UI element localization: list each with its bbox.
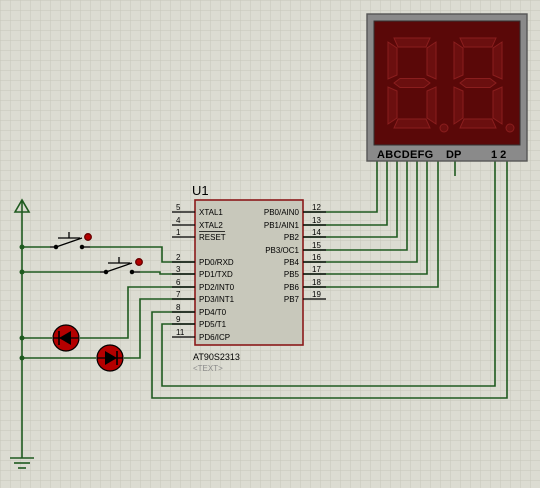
display-segment-labels: ABCDEFG bbox=[377, 149, 434, 161]
pin-label: PB2 bbox=[284, 233, 300, 242]
pin-number: 6 bbox=[176, 278, 181, 287]
pin-label: PD0/RXD bbox=[199, 258, 234, 267]
segment-dp bbox=[505, 123, 515, 133]
junction-dot bbox=[19, 269, 25, 275]
segment-g bbox=[459, 78, 497, 88]
chip-text-placeholder: <TEXT> bbox=[193, 364, 223, 373]
pin-number: 5 bbox=[176, 203, 181, 212]
pin-label: PB7 bbox=[284, 295, 300, 304]
chip-u1[interactable]: U1 5 XTAL1 4 XTAL2 1 RESET 2 PD0/RXD 3 PD1/TXD 6 PD… bbox=[172, 183, 326, 373]
pin-label: PD6/ICP bbox=[199, 333, 230, 342]
pin-label: PB1/AIN1 bbox=[264, 221, 300, 230]
schematic-canvas: U1 5 XTAL1 4 XTAL2 1 RESET 2 PD0/RXD 3 PD1/TXD 6 PD… bbox=[0, 0, 540, 488]
pin-number: 3 bbox=[176, 265, 181, 274]
pin-number: 18 bbox=[312, 278, 321, 287]
segment-b bbox=[426, 41, 437, 80]
pin-label: PD3/INT1 bbox=[199, 295, 235, 304]
pin-label: RESET bbox=[199, 233, 226, 242]
led-1[interactable] bbox=[52, 324, 80, 352]
pin-number: 9 bbox=[176, 315, 181, 324]
pin-number: 19 bbox=[312, 290, 321, 299]
junction-dot bbox=[19, 355, 25, 361]
pin-label: XTAL1 bbox=[199, 208, 223, 217]
segment-d bbox=[459, 118, 497, 129]
segment-e bbox=[453, 86, 464, 125]
pin-number: 2 bbox=[176, 253, 181, 262]
segment-f bbox=[453, 41, 464, 80]
pin-label: PB0/AIN0 bbox=[264, 208, 300, 217]
segment-c bbox=[492, 86, 503, 125]
segment-f bbox=[387, 41, 398, 80]
seven-segment-display[interactable]: ABCDEFG DP 1 2 bbox=[366, 13, 528, 162]
segment-d bbox=[393, 118, 431, 129]
segment-e bbox=[387, 86, 398, 125]
pin-label: PD5/T1 bbox=[199, 320, 227, 329]
pin-label: PB3/OC1 bbox=[265, 246, 299, 255]
junction-dot bbox=[19, 244, 25, 250]
display-common-labels: 1 2 bbox=[491, 149, 506, 161]
chip-part-label: AT90S2313 bbox=[193, 352, 240, 362]
pin-label: PB4 bbox=[284, 258, 300, 267]
pin-number: 15 bbox=[312, 241, 321, 250]
pin-number: 13 bbox=[312, 216, 321, 225]
pin-number: 17 bbox=[312, 265, 321, 274]
segment-b bbox=[492, 41, 503, 80]
pin-number: 14 bbox=[312, 228, 321, 237]
pin-number: 7 bbox=[176, 290, 181, 299]
display-dp-label: DP bbox=[446, 149, 461, 161]
segment-dp bbox=[439, 123, 449, 133]
pin-number: 8 bbox=[176, 303, 181, 312]
segment-c bbox=[426, 86, 437, 125]
pin-number: 11 bbox=[176, 328, 185, 337]
segment-a bbox=[393, 37, 431, 48]
led-2[interactable] bbox=[96, 344, 124, 372]
pin-number: 16 bbox=[312, 253, 321, 262]
chip-ref-label: U1 bbox=[192, 183, 209, 198]
segment-g bbox=[393, 78, 431, 88]
pin-number: 1 bbox=[176, 228, 181, 237]
pin-number: 4 bbox=[176, 216, 181, 225]
pin-label: PB5 bbox=[284, 270, 300, 279]
pin-label: PD2/INT0 bbox=[199, 283, 235, 292]
pin-label: PB6 bbox=[284, 283, 300, 292]
segment-a bbox=[459, 37, 497, 48]
junction-dot bbox=[19, 335, 25, 341]
pin-number: 12 bbox=[312, 203, 321, 212]
pin-label: XTAL2 bbox=[199, 221, 223, 230]
pin-label: PD4/T0 bbox=[199, 308, 227, 317]
pin-label: PD1/TXD bbox=[199, 270, 233, 279]
